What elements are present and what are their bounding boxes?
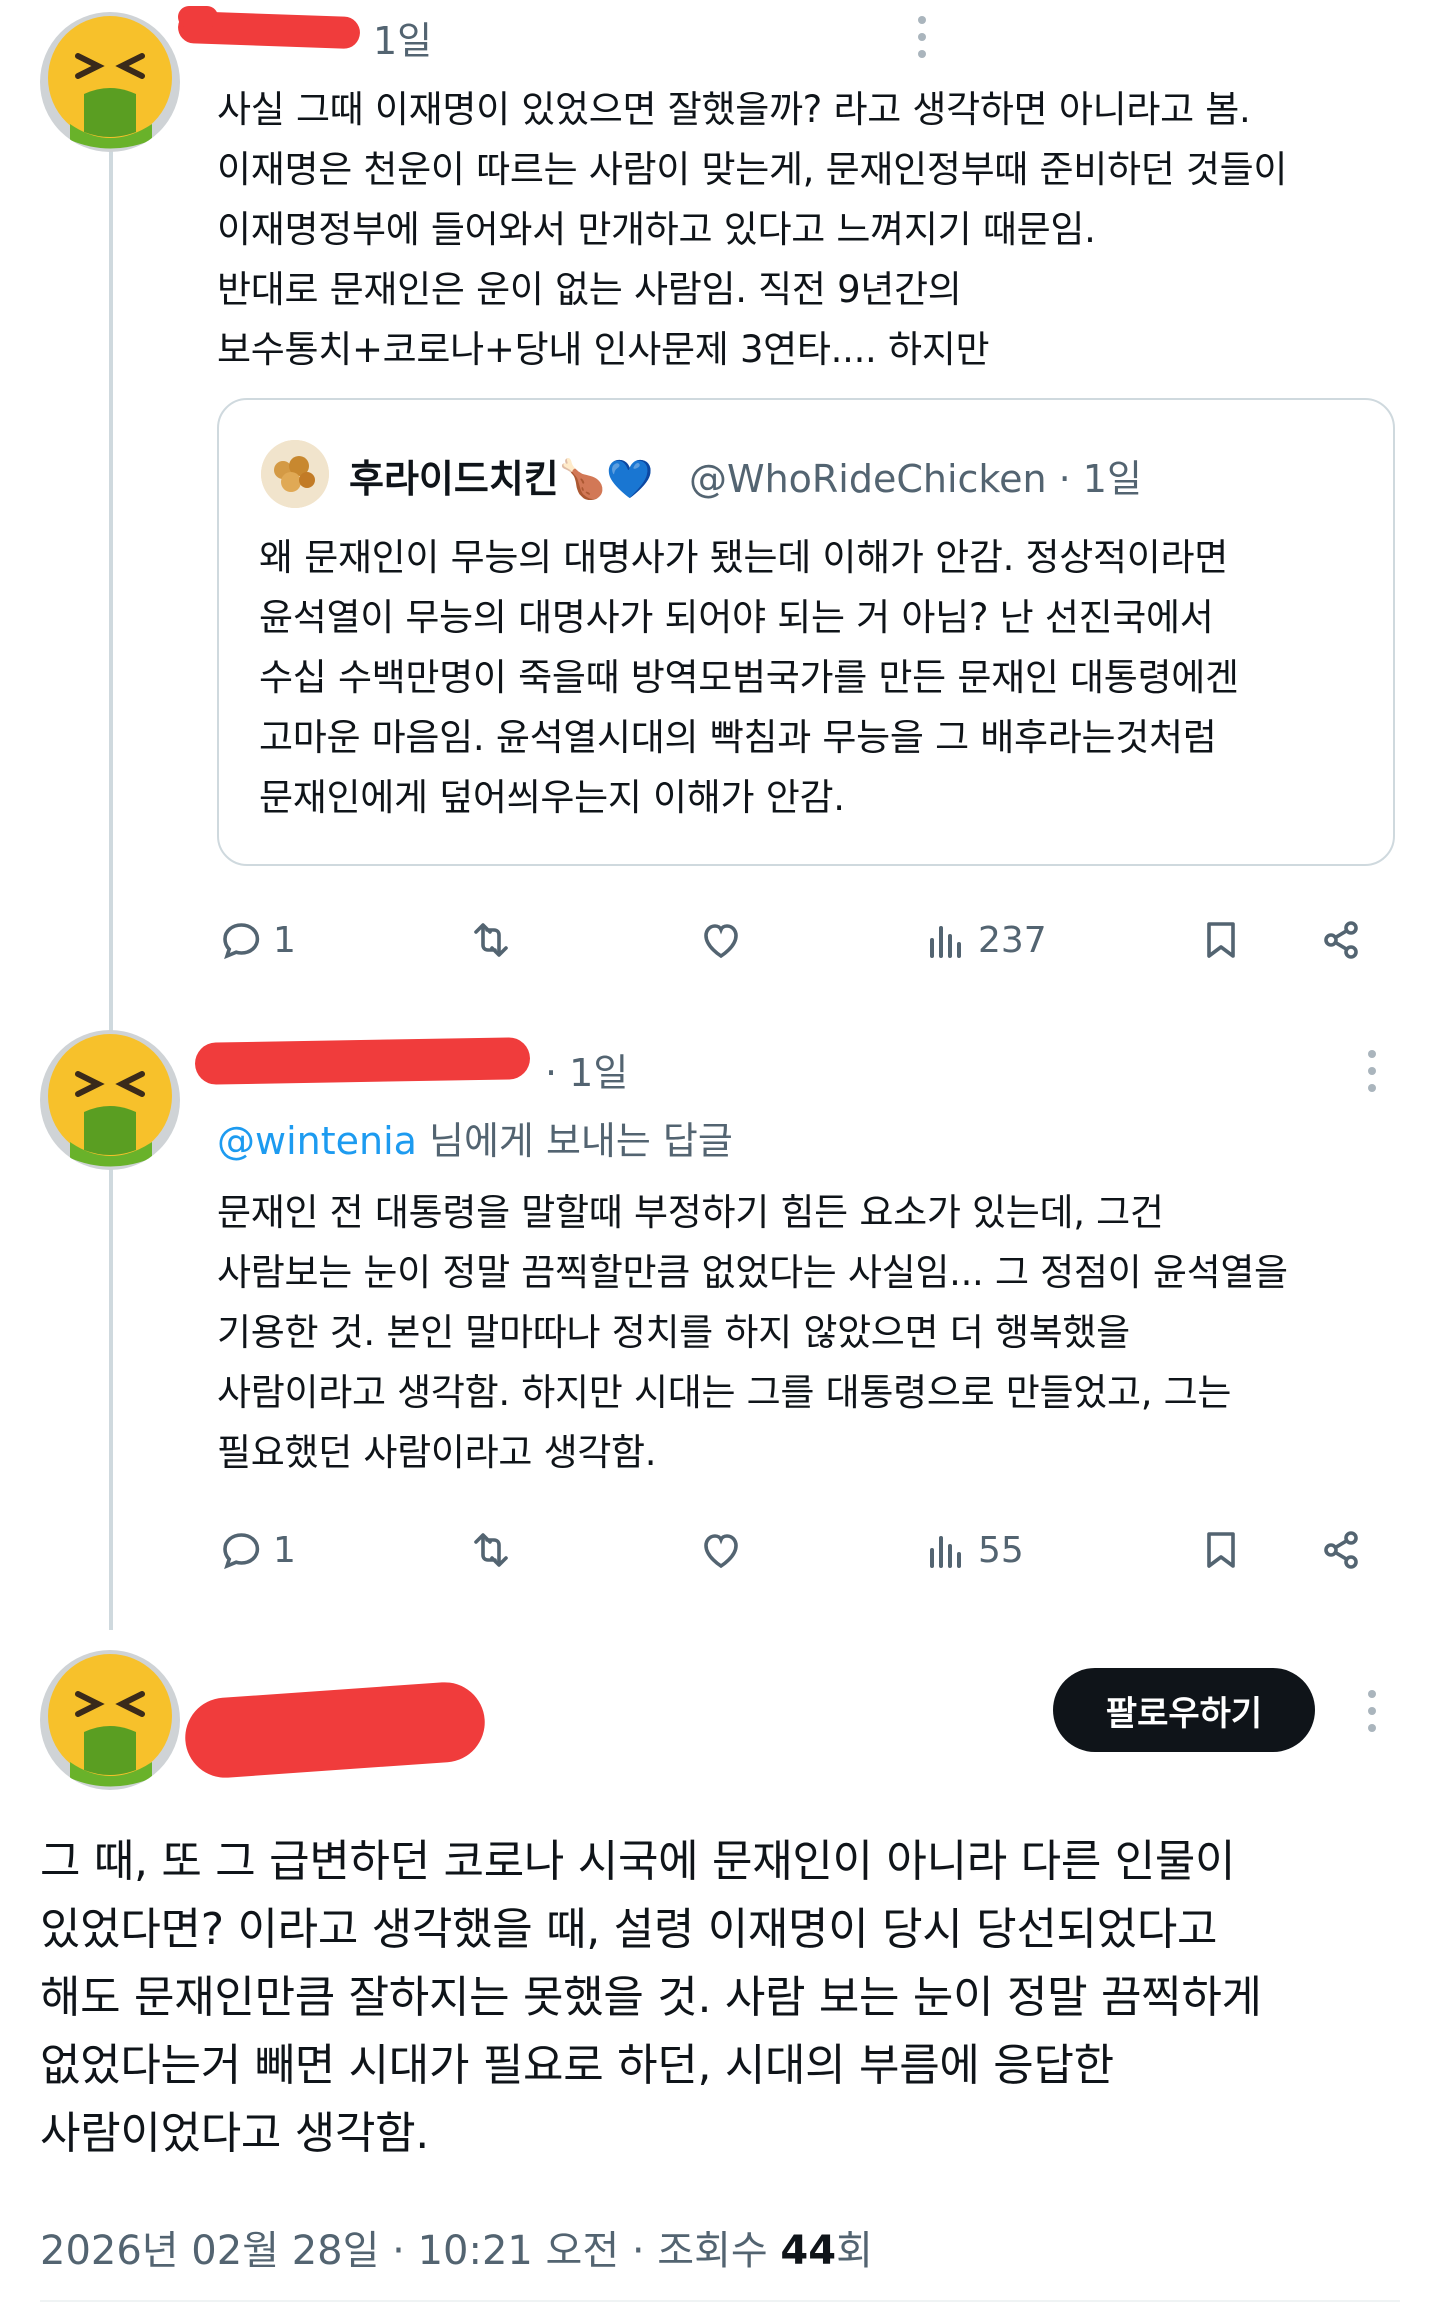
follow-button[interactable]: 팔로우하기 (1053, 1668, 1315, 1752)
nauseated-face-emoji (48, 1654, 172, 1787)
view-unit: 회 (836, 2228, 873, 2274)
quoted-avatar (261, 440, 329, 508)
like-button[interactable] (697, 905, 745, 975)
avatar[interactable] (40, 12, 180, 152)
reply-count: 1 (273, 1529, 296, 1571)
quoted-text: 왜 문재인이 무능의 대명사가 됐는데 이해가 안감. 정상적이라면 윤석열이 … (259, 536, 1239, 819)
quoted-author-handle: @WhoRideChicken · 1일 (689, 457, 1142, 501)
redacted-username (182, 1679, 488, 1781)
views-icon (930, 1536, 961, 1568)
reply-button[interactable]: 1 (217, 1515, 296, 1585)
more-icon[interactable] (912, 14, 932, 67)
retweet-icon (474, 1533, 508, 1567)
more-icon[interactable] (1362, 1688, 1382, 1741)
redacted-username (194, 1037, 531, 1085)
thread-line (109, 1100, 113, 1630)
like-icon (704, 1534, 738, 1569)
divider (40, 2300, 1400, 2302)
bookmark-icon (1207, 922, 1235, 958)
post-view-count: 44 (780, 2228, 837, 2274)
redacted-username (178, 6, 218, 28)
reply-to-label: @wintenia 님에게 보내는 답글 (217, 1110, 733, 1165)
views-icon (930, 926, 961, 958)
avatar[interactable] (40, 1030, 180, 1170)
share-icon (1324, 1531, 1358, 1569)
thread-line (109, 150, 113, 1045)
main-post-text: 그 때, 또 그 급변하던 코로나 시국에 문재인이 아니라 다른 인물이 있었… (40, 1836, 1262, 2159)
bookmark-button[interactable] (1197, 1515, 1245, 1585)
views-button[interactable]: 237 (922, 905, 1047, 975)
reply-count: 1 (273, 919, 296, 961)
post-text: 사실 그때 이재명이 있었으면 잘했을까? 라고 생각하면 아니라고 봄. 이재… (217, 88, 1288, 371)
quoted-author-name: 후라이드치킨🍗💙 (349, 457, 654, 501)
retweet-icon (474, 923, 508, 957)
post-actions: 1 237 (217, 905, 1407, 975)
quoted-post[interactable]: 후라이드치킨🍗💙 @WhoRideChicken · 1일 왜 문재인이 무능의… (217, 398, 1395, 866)
view-count: 237 (978, 919, 1047, 961)
post-meta: 2026년 02월 28일 · 10:21 오전 · 조회수 44회 (40, 2218, 873, 2276)
like-button[interactable] (697, 1515, 745, 1585)
share-button[interactable] (1317, 905, 1365, 975)
share-icon (1324, 921, 1358, 959)
reply-to-mention[interactable]: @wintenia (217, 1119, 417, 1163)
avatar[interactable] (40, 1650, 180, 1790)
more-icon[interactable] (1362, 1048, 1382, 1101)
reply-button[interactable]: 1 (217, 905, 296, 975)
nauseated-face-emoji (48, 1034, 172, 1167)
post-text: 문재인 전 대통령을 말할때 부정하기 힘든 요소가 있는데, 그건 사람보는 … (217, 1191, 1288, 1474)
post-timestamp[interactable]: 2026년 02월 28일 · 10:21 오전 · 조회수 (40, 2228, 780, 2274)
share-button[interactable] (1317, 1515, 1365, 1585)
bookmark-icon (1207, 1532, 1235, 1568)
bookmark-button[interactable] (1197, 905, 1245, 975)
retweet-button[interactable] (467, 905, 515, 975)
retweet-button[interactable] (467, 1515, 515, 1585)
post-time[interactable]: · 1일 (545, 1042, 628, 1097)
views-button[interactable]: 55 (922, 1515, 1024, 1585)
post-actions: 1 55 (217, 1515, 1407, 1585)
view-count: 55 (978, 1529, 1024, 1571)
like-icon (704, 924, 738, 959)
reply-icon (223, 1533, 260, 1570)
post-time[interactable]: 1일 (373, 10, 432, 65)
nauseated-face-emoji (48, 16, 172, 149)
reply-icon (223, 923, 260, 960)
reply-to-suffix: 님에게 보내는 답글 (416, 1119, 733, 1163)
